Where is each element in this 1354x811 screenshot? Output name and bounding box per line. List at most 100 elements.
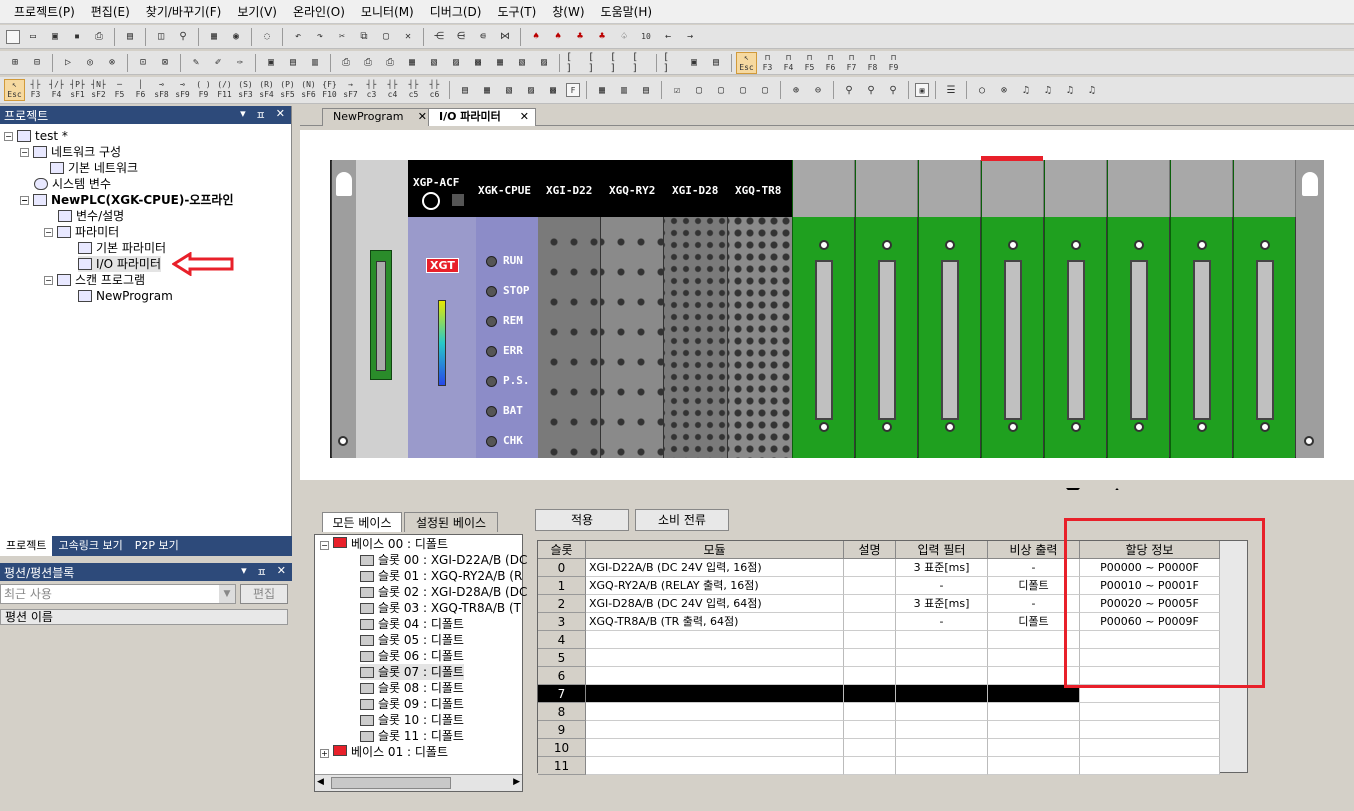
color-icon[interactable]: ◉	[227, 28, 245, 46]
cell-desc[interactable]	[844, 631, 896, 649]
menu-edit[interactable]: 편집(E)	[83, 0, 138, 24]
cell-desc[interactable]	[844, 703, 896, 721]
print-icon[interactable]: ⎙	[90, 28, 108, 46]
link-icon[interactable]: ⋈	[496, 28, 514, 46]
dropdown-icon[interactable]: ▾	[240, 107, 246, 123]
delete-icon[interactable]: ✕	[399, 28, 417, 46]
monitor-icon[interactable]: ✎	[187, 54, 205, 72]
cell-module[interactable]	[586, 631, 844, 649]
cell-filter[interactable]	[896, 649, 988, 667]
cell-module[interactable]	[586, 649, 844, 667]
row-header[interactable]: 3	[538, 613, 586, 631]
menu-online[interactable]: 온라인(O)	[285, 0, 353, 24]
ladder-key-f9[interactable]: ( ) F9	[193, 79, 214, 101]
close2-icon[interactable]: ✕	[277, 564, 286, 580]
apply-button[interactable]: 적용	[535, 509, 629, 531]
row-header[interactable]: 0	[538, 559, 586, 577]
cell-module[interactable]: XGI-D28A/B (DC 24V 입력, 64점)	[586, 595, 844, 613]
power-consumption-button[interactable]: 소비 전류	[635, 509, 729, 531]
cell-filter[interactable]	[896, 703, 988, 721]
program-icon[interactable]: ▣	[262, 54, 280, 72]
paste-icon[interactable]: ▢	[377, 28, 395, 46]
tab-highspeed-link[interactable]: 고속링크 보기	[52, 536, 128, 556]
tab-p2p[interactable]: P2P 보기	[129, 536, 185, 556]
bell-icon[interactable]: ♫	[1017, 81, 1035, 99]
tab-project[interactable]: 프로젝트	[0, 536, 53, 556]
module2-icon[interactable]: ▧	[425, 54, 443, 72]
cell-desc[interactable]	[844, 577, 896, 595]
module3-icon[interactable]: ▨	[447, 54, 465, 72]
slot6-empty[interactable]	[918, 160, 981, 458]
print3-icon[interactable]: ⎙	[359, 54, 377, 72]
screen-icon[interactable]: ▣	[915, 83, 929, 97]
recent-select[interactable]: 최근 사용 ▼	[0, 584, 236, 604]
connect-plc-icon[interactable]: ⊞	[6, 54, 24, 72]
cell-desc[interactable]	[844, 685, 896, 703]
cell-filter[interactable]: 3 표준[ms]	[896, 559, 988, 577]
ladder-key-c5[interactable]: ┤├ c5	[403, 79, 424, 101]
cell-module[interactable]	[586, 739, 844, 757]
network2-icon[interactable]: ⋴	[474, 28, 492, 46]
row-header[interactable]: 4	[538, 631, 586, 649]
edit-button[interactable]: 편집	[240, 584, 288, 604]
func-key-f3[interactable]: ⊓ F3	[757, 52, 778, 74]
slot11-empty[interactable]	[1233, 160, 1296, 458]
ladder-key-c6[interactable]: ┤├ c6	[424, 79, 445, 101]
program2-icon[interactable]: ▤	[284, 54, 302, 72]
ladder-key-f11[interactable]: (/) F11	[214, 79, 235, 101]
tab-close-icon[interactable]: ✕	[418, 109, 427, 125]
search-icon[interactable]: ⚲	[840, 81, 858, 99]
cell-desc[interactable]	[844, 721, 896, 739]
row-header[interactable]: 1	[538, 577, 586, 595]
cell-filter[interactable]	[896, 757, 988, 775]
program3-icon[interactable]: ▥	[306, 54, 324, 72]
base-tree-slot00[interactable]: 슬롯 00 : XGI-D22A/B (DC	[360, 552, 527, 568]
tab-all-bases[interactable]: 모든 베이스	[322, 512, 402, 532]
print2-icon[interactable]: ⎙	[337, 54, 355, 72]
tab-newprogram[interactable]: NewProgram ✕	[322, 108, 434, 126]
base-tree-root[interactable]: − 베이스 00 : 디폴트	[320, 536, 448, 552]
func-key-f4[interactable]: ⊓ F4	[778, 52, 799, 74]
connect-icon[interactable]: ⋲	[430, 28, 448, 46]
cut-icon[interactable]: ✂	[333, 28, 351, 46]
open-folder-icon[interactable]: ▭	[24, 28, 42, 46]
print-preview-icon[interactable]: ▤	[121, 28, 139, 46]
dropdown2-icon[interactable]: ▾	[241, 564, 247, 580]
forward-icon[interactable]: →	[681, 28, 699, 46]
horizontal-scrollbar[interactable]: ◀ ▶	[315, 774, 522, 791]
slot8-empty[interactable]	[1044, 160, 1107, 458]
base-tree-slot10[interactable]: 슬롯 10 : 디폴트	[360, 712, 464, 728]
cell-emerg[interactable]	[988, 757, 1080, 775]
table3-icon[interactable]: ▤	[637, 81, 655, 99]
network-icon[interactable]: ⋳	[452, 28, 470, 46]
slot9-empty[interactable]	[1107, 160, 1170, 458]
circle-icon[interactable]: ○	[973, 81, 991, 99]
doc2-icon[interactable]: ▢	[712, 81, 730, 99]
new-file-icon[interactable]	[6, 29, 20, 44]
cell-desc[interactable]	[844, 757, 896, 775]
base-tree-slot07[interactable]: 슬롯 07 : 디폴트	[360, 664, 464, 680]
chevron-down-icon[interactable]: ▼	[219, 585, 235, 603]
menu-project[interactable]: 프로젝트(P)	[6, 0, 83, 24]
menu-find[interactable]: 찾기/바꾸기(F)	[138, 0, 230, 24]
slot3-module[interactable]	[728, 217, 792, 458]
find-icon[interactable]: ♠	[527, 28, 545, 46]
row-header[interactable]: 7	[538, 685, 586, 703]
module4-icon[interactable]: ▩	[469, 54, 487, 72]
cell-desc[interactable]	[844, 739, 896, 757]
doc3-icon[interactable]: ▢	[734, 81, 752, 99]
zoom-icon[interactable]: ⚲	[174, 28, 192, 46]
scroll-left-icon[interactable]: ◀	[317, 777, 324, 787]
write-icon[interactable]: ⊠	[156, 54, 174, 72]
module6-icon[interactable]: ▧	[513, 54, 531, 72]
ladder-key-sf8[interactable]: ⊸ sF8	[151, 79, 172, 101]
search2-icon[interactable]: ⚲	[862, 81, 880, 99]
view3-icon[interactable]: ▧	[500, 81, 518, 99]
cell-emerg[interactable]	[988, 739, 1080, 757]
ladder-key-c3[interactable]: ┤├ c3	[361, 79, 382, 101]
tree-item-plc[interactable]: − NewPLC(XGK-CPUE)-오프라인	[20, 192, 234, 208]
ladder-key-f6[interactable]: │ F6	[130, 79, 151, 101]
run-icon[interactable]: ▷	[59, 54, 77, 72]
tree-item-network[interactable]: − 네트워크 구성	[20, 144, 121, 160]
coil3-icon[interactable]: ▤	[707, 54, 725, 72]
